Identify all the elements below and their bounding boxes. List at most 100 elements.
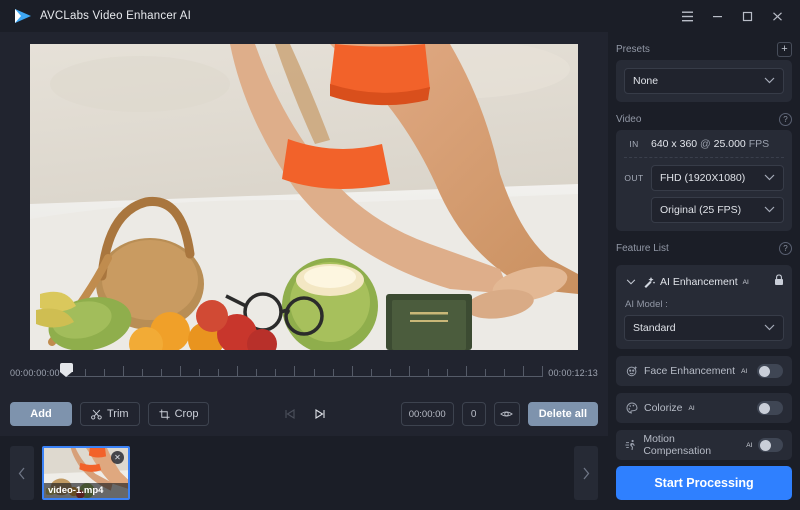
timeline-playhead[interactable] [59,363,73,377]
video-card: IN 640 x 360 @ 25.000 FPS OUT FHD (1920X… [616,130,792,231]
crop-button[interactable]: Crop [147,402,210,426]
maximize-icon[interactable] [732,0,762,32]
chevron-down-icon [764,204,775,216]
ai-enhancement-card[interactable]: AI Enhancement AI AI Model : Standard [616,265,792,349]
skip-next-icon[interactable] [309,403,331,425]
feature-row-motion-compensation[interactable]: Motion Compensation AI [616,430,792,460]
preset-select-value: None [633,75,659,87]
frame-number-field[interactable]: 0 [461,402,486,426]
help-icon[interactable]: ? [779,241,792,255]
current-time-field[interactable]: 00:00:00 [400,402,454,426]
close-icon[interactable] [762,0,792,32]
filmstrip-items: ✕ video-1.mp4 [42,436,566,510]
ai-model-label: AI Model : [625,299,668,310]
output-framerate-select[interactable]: Original (25 FPS) [651,197,784,223]
ai-badge: AI [688,404,695,412]
video-divider [624,157,784,158]
filmstrip-prev-arrow[interactable] [10,446,34,500]
eye-icon[interactable] [493,402,520,426]
video-preview[interactable] [30,44,578,350]
lock-icon[interactable] [774,273,784,291]
close-circle-icon[interactable]: ✕ [111,451,124,464]
ai-enhancement-title: AI Enhancement [660,276,738,288]
input-fps: 25.000 [713,138,746,150]
filmstrip-next-arrow[interactable] [574,446,598,500]
feature-title-face-enhancement: Face Enhancement [644,365,736,377]
input-tag: IN [629,139,639,149]
chevron-down-icon [764,322,775,334]
timeline-track[interactable] [59,363,544,383]
window-controls [672,0,800,32]
help-icon[interactable]: ? [779,112,792,126]
video-framerate-row: Original (25 FPS) [624,197,784,223]
delete-all-button[interactable]: Delete all [527,402,599,426]
ai-enhancement-header[interactable]: AI Enhancement AI [624,273,784,291]
feature-row-face-enhancement[interactable]: Face Enhancement AI [616,356,792,386]
preset-select[interactable]: None [624,68,784,94]
input-separator: @ [700,138,711,150]
output-resolution-select[interactable]: FHD (1920X1080) [651,165,784,191]
video-output-row: OUT FHD (1920X1080) [624,165,784,191]
output-framerate-value: Original (25 FPS) [660,204,742,216]
menu-icon[interactable] [672,0,702,32]
crop-icon [159,408,170,420]
list-item-filename: video-1.mp4 [44,483,128,498]
toggle-colorize[interactable] [757,401,783,415]
output-tag: OUT [624,173,644,183]
settings-panel: Presets + None Video ? IN 640 x 360 @ 25… [608,32,800,510]
chevron-down-icon[interactable] [624,276,637,289]
skip-previous-icon[interactable] [279,403,301,425]
feature-title-motion-compensation: Motion Compensation [643,433,712,457]
video-heading: Video [616,113,642,125]
magic-wand-icon [642,276,655,289]
motion-icon [625,439,637,452]
app-logo-icon [12,7,34,25]
chevron-down-icon [764,75,775,87]
crop-button-label: Crop [174,408,199,420]
toggle-motion-compensation[interactable] [758,438,783,452]
trim-button-label: Trim [107,408,129,420]
add-button[interactable]: Add [10,402,72,426]
feature-row-colorize[interactable]: Colorize AI [616,393,792,423]
minimize-icon[interactable] [702,0,732,32]
feature-list-heading: Feature List [616,242,669,254]
presets-heading: Presets [616,43,650,55]
input-fps-unit: FPS [748,138,770,150]
feature-list-heading-row: Feature List ? [616,237,792,259]
title-bar: AVCLabs Video Enhancer AI [0,0,800,32]
face-icon [625,365,638,378]
input-resolution: 640 x 360 [651,138,698,150]
trim-button[interactable]: Trim [80,402,140,426]
ai-badge: AI [742,278,749,286]
ai-badge: AI [746,441,753,449]
toggle-face-enhancement[interactable] [757,364,783,378]
presets-card: None [616,60,792,102]
timeline-ruler [65,376,543,377]
chevron-down-icon [764,172,775,184]
timeline-end-time: 00:00:12:13 [548,368,598,378]
add-button-label: Add [30,408,52,420]
scissors-icon [91,409,102,420]
filmstrip: ✕ video-1.mp4 [0,436,608,510]
delete-all-label: Delete all [538,408,588,420]
video-input-row: IN 640 x 360 @ 25.000 FPS [624,138,784,150]
timeline[interactable]: 00:00:00:00 00:00:12:13 [0,354,608,392]
editor-area: 00:00:00:00 00:00:12:13 Add Trim Crop 00… [0,32,608,510]
ai-badge: AI [741,367,748,375]
plus-icon[interactable]: + [777,41,792,57]
list-item[interactable]: ✕ video-1.mp4 [42,446,130,500]
start-processing-label: Start Processing [654,476,754,490]
start-processing-button[interactable]: Start Processing [616,466,792,500]
feature-title-colorize: Colorize [644,402,683,414]
main-body: 00:00:00:00 00:00:12:13 Add Trim Crop 00… [0,32,800,510]
presets-heading-row: Presets + [616,38,792,60]
app-window: AVCLabs Video Enhancer AI 00:00:00:00 00… [0,0,800,510]
app-title: AVCLabs Video Enhancer AI [40,10,191,22]
editor-toolbar: Add Trim Crop 00:00:00 0 Delete all [0,392,608,436]
output-resolution-value: FHD (1920X1080) [660,172,746,184]
ai-model-select[interactable]: Standard [624,315,784,341]
timeline-start-time: 00:00:00:00 [10,368,60,378]
ai-model-value: Standard [633,322,676,334]
video-preview-container [0,32,608,354]
video-heading-row: Video ? [616,108,792,130]
